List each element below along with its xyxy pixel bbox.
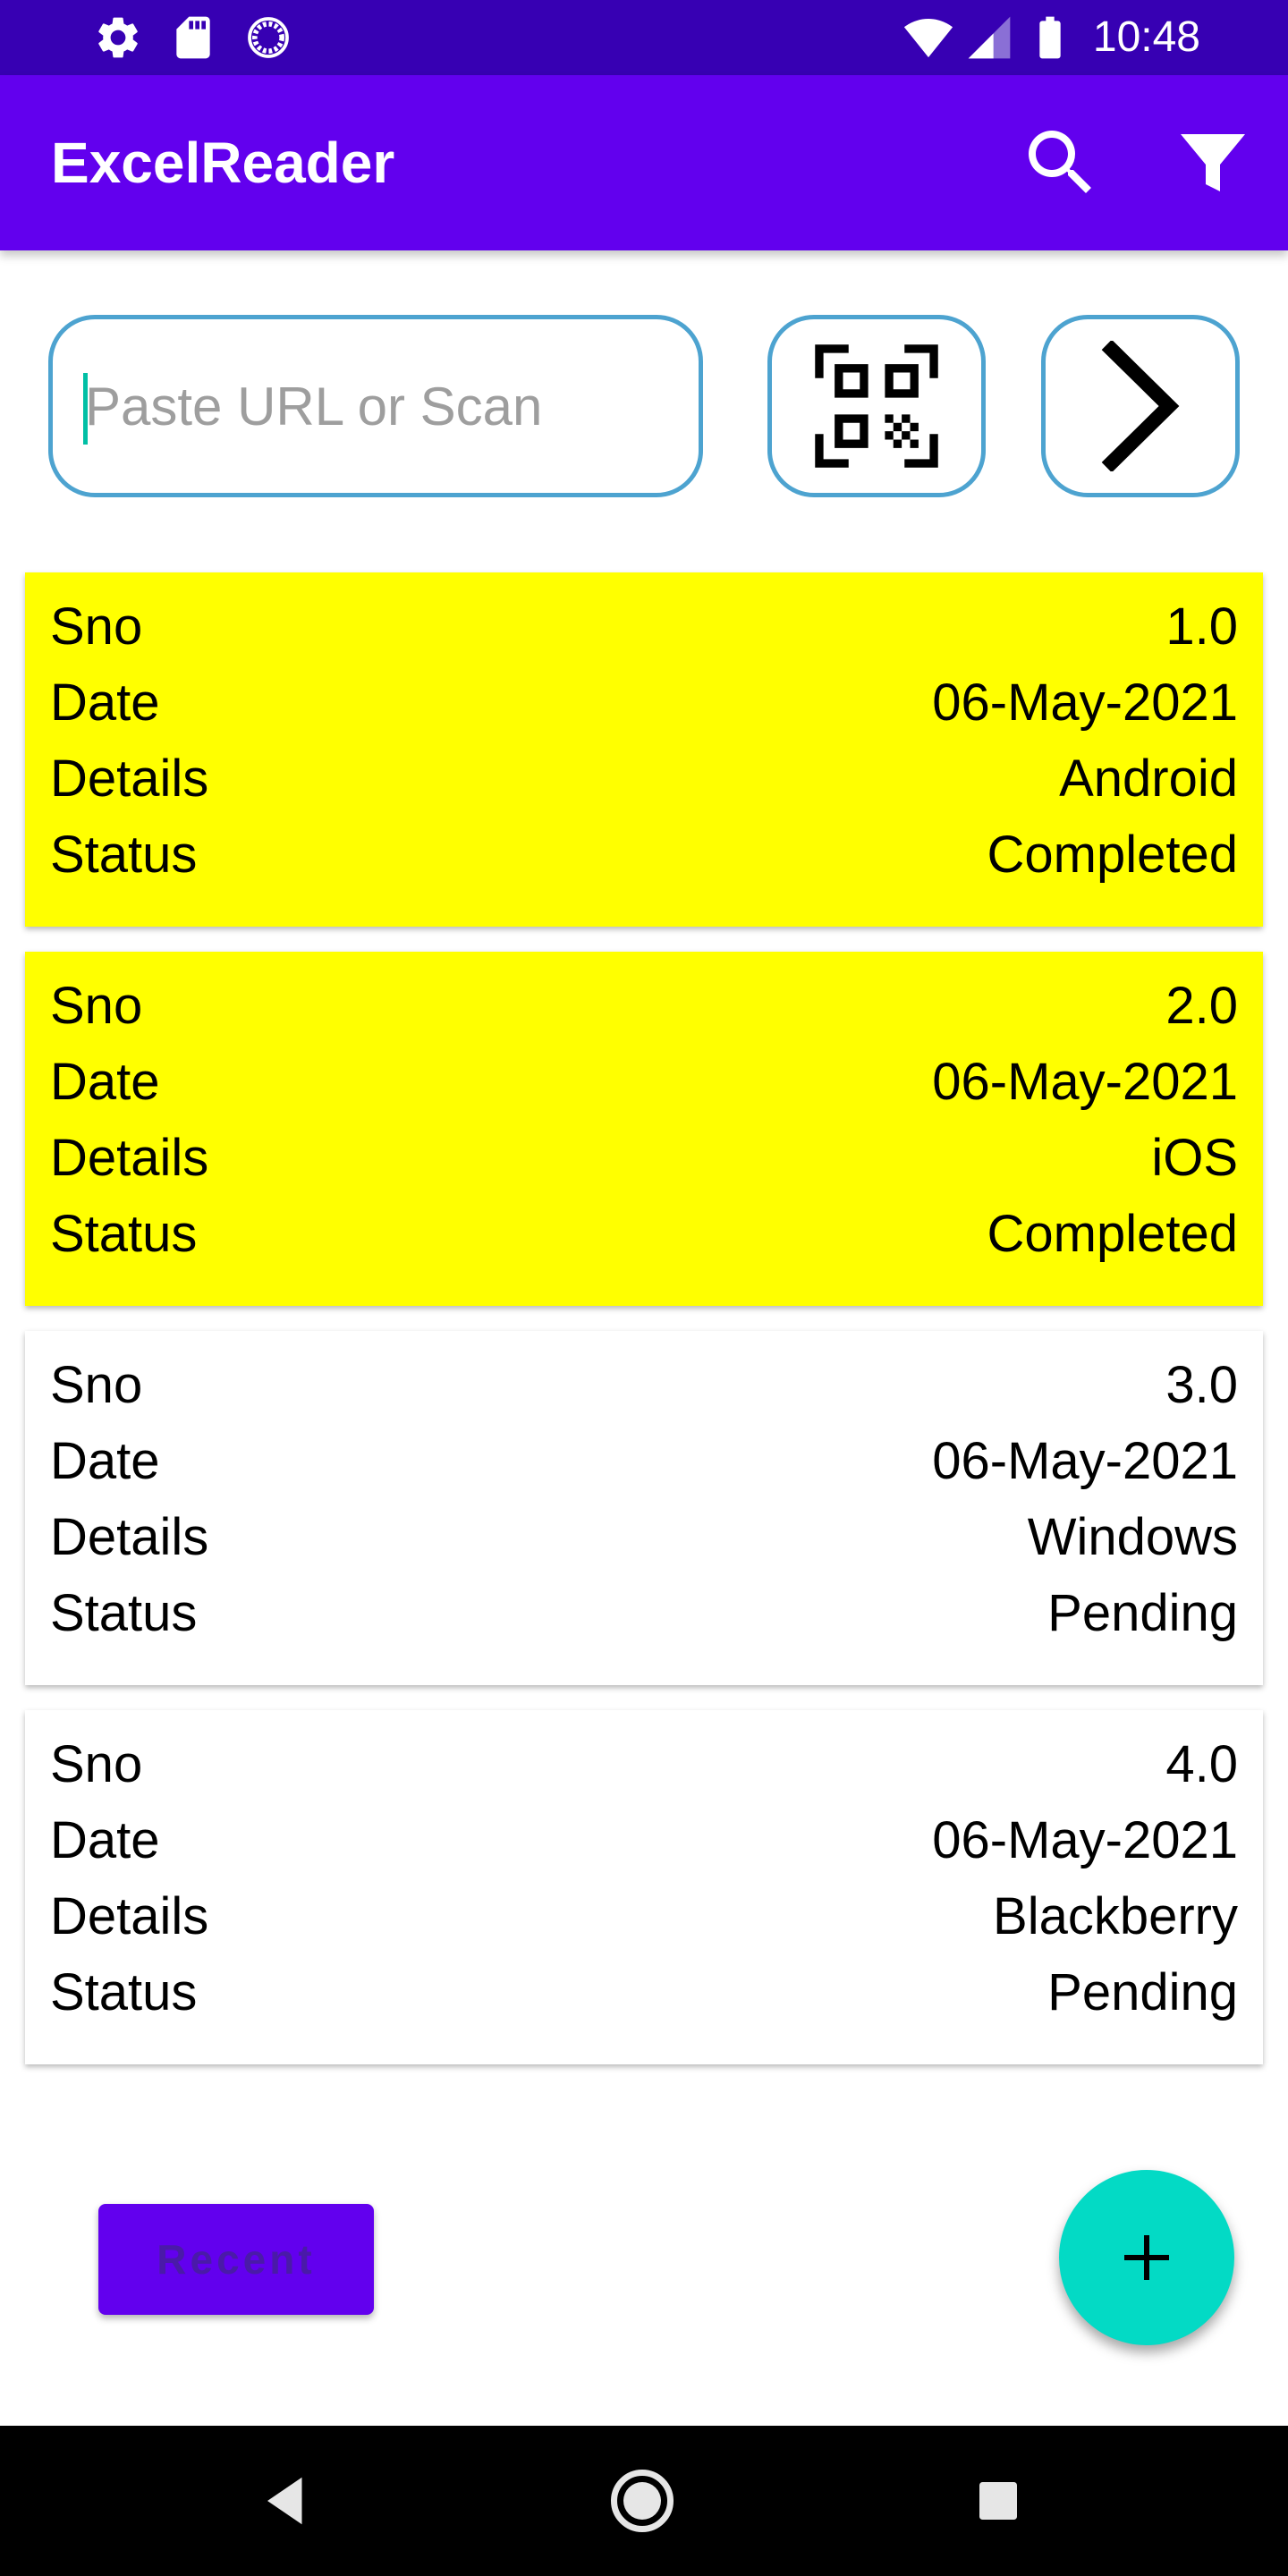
- signal-icon: [964, 13, 1014, 63]
- field-label: Date: [50, 1432, 160, 1490]
- recent-button[interactable]: Recent: [98, 2204, 374, 2315]
- recents-icon[interactable]: [961, 2463, 1036, 2538]
- field-row-date: Date 06-May-2021: [50, 1423, 1238, 1499]
- field-row-details: Details Windows: [50, 1499, 1238, 1575]
- field-value: Windows: [1027, 1508, 1238, 1566]
- field-row-sno: Sno 2.0: [50, 968, 1238, 1044]
- field-value: Pending: [1047, 1963, 1238, 2021]
- record-card[interactable]: Sno 4.0 Date 06-May-2021 Details Blackberry…: [25, 1710, 1263, 2064]
- field-label: Details: [50, 750, 209, 808]
- home-icon[interactable]: [605, 2463, 680, 2538]
- field-row-date: Date 06-May-2021: [50, 1044, 1238, 1120]
- field-label: Sno: [50, 1356, 143, 1414]
- qr-code-icon: [815, 344, 938, 468]
- add-fab-button[interactable]: [1059, 2170, 1234, 2345]
- chevron-right-icon: [1101, 341, 1180, 471]
- field-value: 06-May-2021: [932, 674, 1238, 732]
- app-bar: ExcelReader: [0, 75, 1288, 250]
- field-value: 06-May-2021: [932, 1053, 1238, 1111]
- field-row-status: Status Pending: [50, 1575, 1238, 1651]
- field-row-date: Date 06-May-2021: [50, 1802, 1238, 1878]
- navigation-bar: [0, 2426, 1288, 2576]
- field-label: Status: [50, 1963, 198, 2021]
- field-row-sno: Sno 3.0: [50, 1347, 1238, 1423]
- field-label: Sno: [50, 597, 143, 656]
- sync-circle-icon: [243, 13, 293, 63]
- field-value: 3.0: [1165, 1356, 1238, 1414]
- field-label: Date: [50, 1053, 160, 1111]
- field-row-details: Details iOS: [50, 1120, 1238, 1196]
- plus-icon: [1124, 2235, 1169, 2280]
- field-value: Pending: [1047, 1584, 1238, 1642]
- app-title: ExcelReader: [51, 131, 395, 195]
- field-value: Android: [1059, 750, 1238, 808]
- field-label: Date: [50, 1811, 160, 1869]
- field-value: 2.0: [1165, 977, 1238, 1035]
- field-value: Blackberry: [993, 1887, 1238, 1945]
- sd-card-icon: [168, 13, 218, 63]
- field-label: Status: [50, 826, 198, 884]
- field-label: Details: [50, 1887, 209, 1945]
- open-url-button[interactable]: [1041, 315, 1240, 497]
- field-row-status: Status Completed: [50, 817, 1238, 893]
- field-label: Status: [50, 1584, 198, 1642]
- filter-icon[interactable]: [1170, 120, 1256, 206]
- status-time: 10:48: [1092, 13, 1200, 61]
- field-value: 4.0: [1165, 1735, 1238, 1793]
- battery-icon: [1025, 13, 1075, 63]
- record-card[interactable]: Sno 2.0 Date 06-May-2021 Details iOS Status…: [25, 952, 1263, 1306]
- field-row-status: Status Completed: [50, 1196, 1238, 1272]
- field-row-date: Date 06-May-2021: [50, 665, 1238, 741]
- field-label: Status: [50, 1205, 198, 1263]
- field-value: 06-May-2021: [932, 1811, 1238, 1869]
- status-bar: 10:48: [0, 0, 1288, 75]
- field-value: 1.0: [1165, 597, 1238, 656]
- field-value: iOS: [1151, 1129, 1238, 1187]
- record-card[interactable]: Sno 3.0 Date 06-May-2021 Details Windows St…: [25, 1331, 1263, 1685]
- field-row-sno: Sno 1.0: [50, 589, 1238, 665]
- field-label: Date: [50, 674, 160, 732]
- field-value: Completed: [987, 826, 1238, 884]
- record-card[interactable]: Sno 1.0 Date 06-May-2021 Details Android St…: [25, 572, 1263, 927]
- field-row-sno: Sno 4.0: [50, 1726, 1238, 1802]
- search-icon[interactable]: [1018, 120, 1104, 206]
- field-label: Details: [50, 1129, 209, 1187]
- field-label: Details: [50, 1508, 209, 1566]
- gear-icon: [93, 13, 143, 63]
- url-input-container: [48, 315, 703, 497]
- field-row-status: Status Pending: [50, 1954, 1238, 2030]
- back-icon[interactable]: [249, 2463, 324, 2538]
- scan-qr-button[interactable]: [767, 315, 986, 497]
- field-label: Sno: [50, 1735, 143, 1793]
- field-value: Completed: [987, 1205, 1238, 1263]
- wifi-icon: [903, 13, 953, 63]
- field-value: 06-May-2021: [932, 1432, 1238, 1490]
- field-row-details: Details Blackberry: [50, 1878, 1238, 1954]
- field-label: Sno: [50, 977, 143, 1035]
- url-input[interactable]: [85, 319, 657, 493]
- field-row-details: Details Android: [50, 741, 1238, 817]
